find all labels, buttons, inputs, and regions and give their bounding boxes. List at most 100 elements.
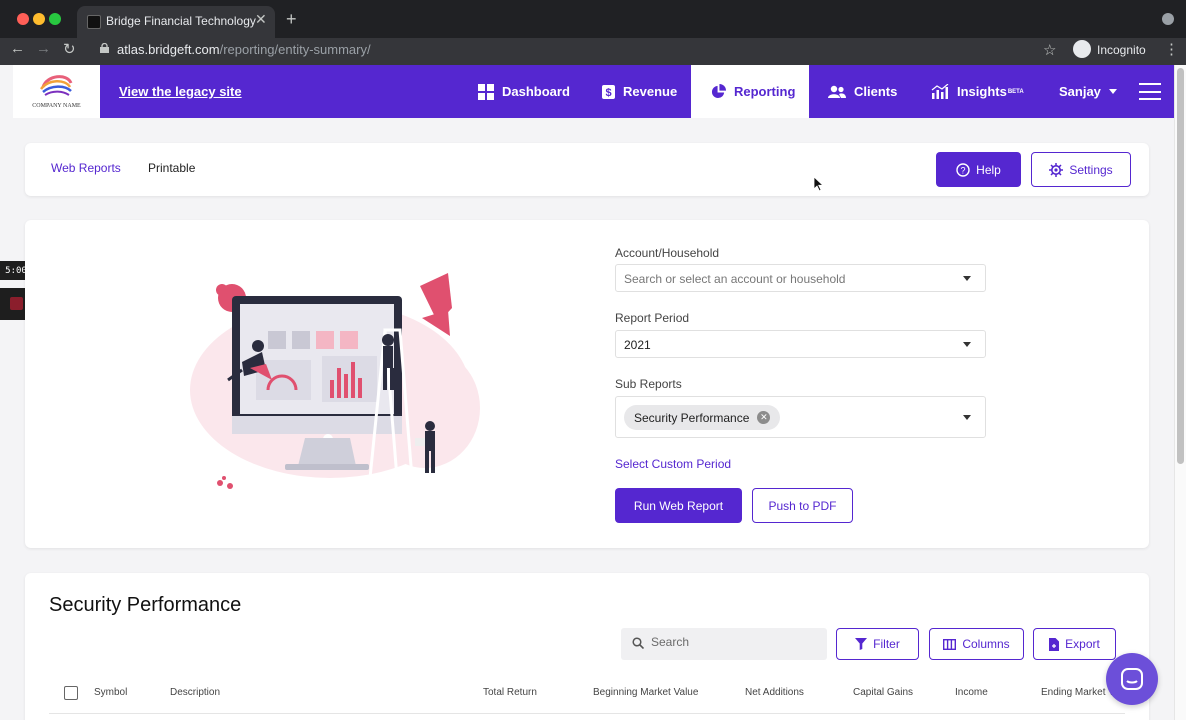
report-period-select[interactable]: 2021 [615,330,986,358]
sub-report-chip-label: Security Performance [634,410,750,425]
legacy-site-link[interactable]: View the legacy site [119,84,242,99]
file-export-icon [1049,637,1060,651]
sub-reports-label: Sub Reports [615,377,682,391]
column-header[interactable]: Symbol [94,687,127,698]
column-header[interactable]: Ending Market V [1041,687,1117,698]
mouse-cursor-icon [814,177,824,192]
bar-chart-icon [931,84,949,99]
results-title: Security Performance [49,594,242,616]
column-header[interactable]: Beginning Market Value [593,687,698,698]
nav-reporting[interactable]: Reporting [691,65,809,118]
account-select[interactable]: Search or select an account or household [615,264,986,292]
browser-menu-icon[interactable]: ⋮ [1164,40,1179,58]
dashboard-grid-icon [478,83,494,100]
incognito-icon[interactable] [1073,40,1091,58]
tab-title: Bridge Financial Technology [106,14,256,28]
maximize-window-button[interactable] [49,13,61,25]
select-all-checkbox[interactable] [64,686,78,700]
logo-swirl-icon [40,75,73,96]
column-header[interactable]: Capital Gains [853,687,913,698]
hamburger-menu-icon[interactable] [1139,83,1161,100]
tab-search-icon[interactable] [1162,13,1174,25]
export-button[interactable]: Export [1033,628,1116,660]
nav-dashboard[interactable]: Dashboard [478,65,570,118]
columns-label: Columns [962,637,1010,651]
select-custom-period-link[interactable]: Select Custom Period [615,457,731,471]
forward-icon[interactable]: → [36,40,51,57]
column-header[interactable]: Description [170,687,220,698]
dollar-icon: $ [602,84,615,99]
beta-badge: BETA [1007,88,1024,95]
back-icon[interactable]: ← [10,40,25,57]
gear-icon [1049,162,1064,177]
nav-dashboard-label: Dashboard [502,84,570,99]
filter-button[interactable]: Filter [836,628,919,660]
account-placeholder: Search or select an account or household [624,272,846,286]
browser-tab-bar: Bridge Financial Technology ✕ + [0,0,1186,38]
nav-clients[interactable]: Clients [828,65,897,118]
report-period-label: Report Period [615,311,690,325]
chevron-down-icon [1108,89,1117,94]
chevron-down-icon [963,276,971,281]
search-icon [632,637,644,649]
run-web-report-button[interactable]: Run Web Report [615,488,742,523]
user-name: Sanjay [1059,84,1101,99]
nav-clients-label: Clients [854,84,898,99]
address-bar-row: ← → ↻ atlas.bridgeft.com/reporting/entit… [0,38,1186,65]
results-search[interactable] [621,628,827,660]
filter-icon [855,638,868,650]
question-circle-icon: ? [956,162,970,177]
columns-icon [943,638,957,650]
minimize-window-button[interactable] [33,13,45,25]
search-input[interactable] [651,635,819,649]
settings-label: Settings [1069,162,1113,177]
reload-icon[interactable]: ↻ [63,40,76,58]
help-label: Help [976,162,1001,177]
close-window-button[interactable] [17,13,29,25]
user-menu[interactable]: Sanjay [1059,65,1117,118]
url-field[interactable]: atlas.bridgeft.com/reporting/entity-summ… [90,38,1060,62]
chevron-down-icon [963,342,971,347]
company-logo[interactable]: COMPANY NAME [13,65,100,118]
scrollbar-thumb[interactable] [1177,68,1184,464]
export-label: Export [1065,637,1100,651]
column-header[interactable]: Income [955,687,988,698]
app-header: COMPANY NAME View the legacy site Dashbo… [13,65,1174,118]
column-header[interactable]: Net Additions [745,687,804,698]
nav-insights[interactable]: Insights BETA [931,65,1024,118]
chat-icon [1121,668,1143,690]
svg-text:?: ? [961,165,966,175]
columns-button[interactable]: Columns [929,628,1024,660]
url-host: atlas.bridgeft.com [117,42,220,57]
lock-icon [100,43,109,53]
browser-tab[interactable]: Bridge Financial Technology ✕ [77,6,275,38]
report-period-value: 2021 [624,338,651,352]
pie-chart-icon [711,84,726,99]
nav-reporting-label: Reporting [734,84,796,99]
chat-launcher-button[interactable] [1106,653,1158,705]
url-path: /reporting/entity-summary/ [219,42,371,57]
new-tab-icon[interactable]: + [286,9,297,30]
nav-revenue[interactable]: $ Revenue [602,65,677,118]
column-header[interactable]: Total Return [483,687,537,698]
report-illustration [190,273,480,489]
stop-icon [10,297,23,310]
help-button[interactable]: ? Help [936,152,1021,187]
close-tab-icon[interactable]: ✕ [255,11,267,28]
sub-report-chip: Security Performance ✕ [624,405,781,430]
bookmark-star-icon[interactable]: ☆ [1043,41,1056,59]
chevron-down-icon [963,415,971,420]
filter-label: Filter [873,637,900,651]
account-label: Account/Household [615,246,720,260]
profile-label: Incognito [1097,43,1146,57]
settings-button[interactable]: Settings [1031,152,1131,187]
sub-reports-select[interactable]: Security Performance ✕ [615,396,986,438]
favicon-icon [87,15,101,29]
nav-revenue-label: Revenue [623,84,678,99]
tab-printable[interactable]: Printable [148,161,195,175]
logo-caption: COMPANY NAME [32,103,81,109]
tab-web-reports[interactable]: Web Reports [51,161,121,175]
remove-chip-icon[interactable]: ✕ [757,411,771,424]
push-to-pdf-button[interactable]: Push to PDF [752,488,853,523]
nav-insights-label: Insights [957,84,1007,99]
